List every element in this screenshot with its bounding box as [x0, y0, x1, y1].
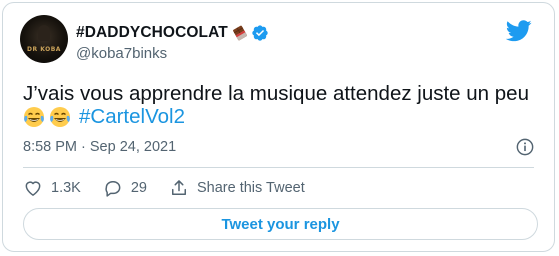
share-label: Share this Tweet: [196, 180, 305, 196]
tweet-text: J’vais vous apprendre la musique attende…: [23, 82, 529, 105]
reply-bubble-icon: [105, 181, 121, 197]
like-count: 1.3K: [51, 180, 81, 196]
divider: [23, 167, 534, 168]
heart-icon: [25, 181, 41, 196]
tweet-card: DR KOBA #DADDYCHOCOLAT @koba7binks J’vai…: [2, 2, 555, 252]
tweet-text-line2: #CartelVol2: [23, 105, 185, 129]
twitter-bird-icon[interactable]: [506, 20, 532, 42]
reply-button[interactable]: 29: [103, 178, 147, 198]
like-button[interactable]: 1.3K: [23, 178, 81, 198]
avatar[interactable]: DR KOBA: [20, 15, 68, 63]
info-icon[interactable]: [516, 138, 534, 156]
tweet-your-reply-button[interactable]: Tweet your reply: [23, 208, 538, 240]
share-button[interactable]: Share this Tweet: [169, 178, 305, 198]
avatar-label: DR KOBA: [27, 46, 61, 53]
author-name-row[interactable]: #DADDYCHOCOLAT: [76, 23, 269, 43]
author-handle[interactable]: @koba7binks: [76, 45, 167, 62]
chocolate-bar-icon: [232, 25, 247, 41]
reply-count: 29: [130, 180, 147, 196]
face-with-tears-of-joy-icon: [50, 107, 70, 127]
display-name[interactable]: #DADDYCHOCOLAT: [76, 24, 228, 42]
tweet-timestamp[interactable]: 8:58 PM · Sep 24, 2021: [23, 139, 176, 155]
avatar-figure: [38, 25, 50, 41]
share-icon: [171, 180, 186, 195]
hashtag-link[interactable]: #CartelVol2: [79, 105, 185, 129]
action-bar: 1.3K 29 Share this Tweet: [23, 178, 327, 198]
verified-badge-icon: [252, 25, 268, 41]
face-with-tears-of-joy-icon: [24, 107, 44, 127]
